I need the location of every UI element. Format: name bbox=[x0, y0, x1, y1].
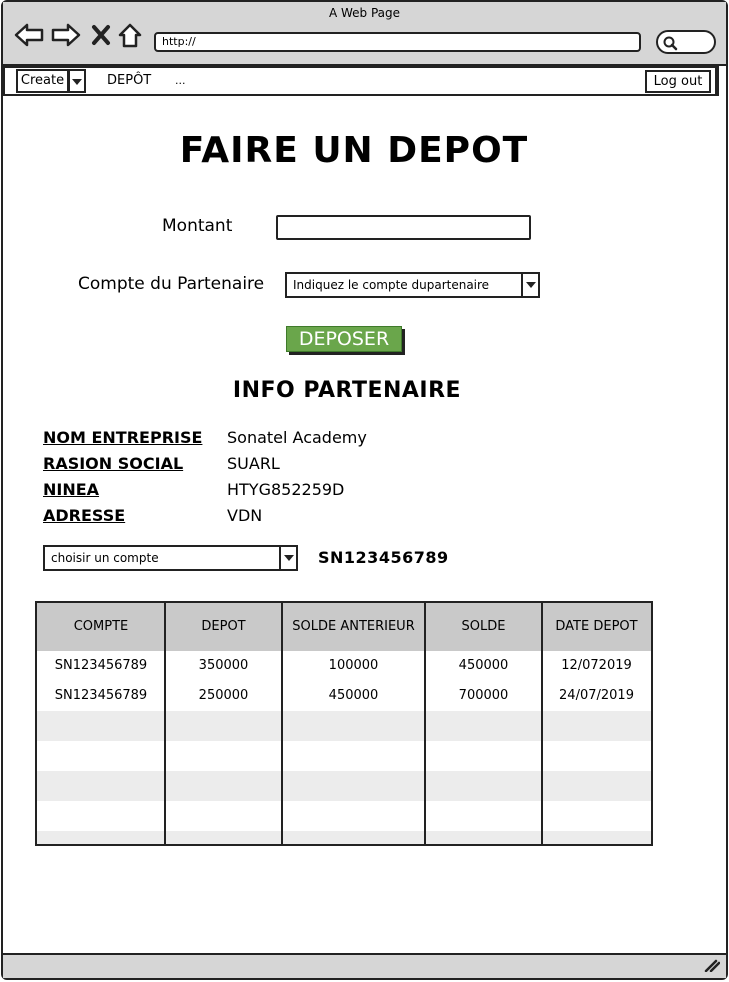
table-cell: 24/07/2019 bbox=[559, 688, 634, 703]
column-divider bbox=[164, 603, 166, 844]
table-row[interactable] bbox=[37, 801, 651, 831]
partner-info-title: INFO PARTENAIRE bbox=[232, 378, 462, 403]
company-name-label: NOM ENTREPRISE bbox=[43, 428, 203, 447]
home-icon[interactable] bbox=[117, 22, 143, 53]
table-cell: 12/072019 bbox=[561, 658, 632, 673]
search-icon bbox=[663, 36, 678, 51]
social-reason-value: SUARL bbox=[227, 454, 280, 473]
selected-account-number: SN123456789 bbox=[318, 548, 449, 567]
table-cell: 700000 bbox=[458, 688, 509, 703]
stop-icon[interactable] bbox=[91, 22, 111, 53]
deposit-button[interactable]: DEPOSER bbox=[286, 326, 402, 352]
account-dropdown-button[interactable] bbox=[279, 545, 298, 571]
column-divider bbox=[281, 603, 283, 844]
forward-arrow-icon[interactable] bbox=[51, 22, 81, 53]
logout-button[interactable]: Log out bbox=[645, 70, 711, 93]
address-bar-text: http:// bbox=[162, 35, 196, 48]
create-dropdown-button[interactable] bbox=[68, 69, 86, 93]
table-row[interactable] bbox=[37, 771, 651, 801]
menu-item-more[interactable]: ... bbox=[175, 74, 186, 87]
address-value: VDN bbox=[227, 506, 263, 525]
create-button[interactable]: Create bbox=[16, 69, 69, 93]
table-row[interactable]: SN123456789 350000 100000 450000 12/0720… bbox=[37, 651, 651, 681]
address-label: ADRESSE bbox=[43, 506, 126, 525]
column-divider bbox=[424, 603, 426, 844]
column-header-solde-anterieur: SOLDE ANTERIEUR bbox=[282, 603, 425, 651]
column-header-compte: COMPTE bbox=[37, 603, 165, 651]
column-header-date-depot: DATE DEPOT bbox=[542, 603, 651, 651]
table-row[interactable] bbox=[37, 711, 651, 741]
search-field[interactable] bbox=[656, 30, 716, 54]
chevron-down-icon bbox=[526, 282, 536, 288]
account-select[interactable]: choisir un compte bbox=[43, 545, 281, 571]
table-cell: 450000 bbox=[328, 688, 379, 703]
deposits-table: COMPTE DEPOT SOLDE ANTERIEUR SOLDE DATE … bbox=[35, 601, 653, 846]
table-cell: 100000 bbox=[328, 658, 379, 673]
ninea-label: NINEA bbox=[43, 480, 100, 499]
social-reason-label: RASION SOCIAL bbox=[43, 454, 184, 473]
table-cell: 350000 bbox=[198, 658, 249, 673]
table-cell: SN123456789 bbox=[54, 658, 148, 673]
company-name-value: Sonatel Academy bbox=[227, 428, 367, 447]
page-title: FAIRE UN DEPOT bbox=[179, 130, 529, 171]
window-title: A Web Page bbox=[328, 6, 401, 20]
table-cell: 250000 bbox=[198, 688, 249, 703]
resize-grip-icon[interactable] bbox=[704, 958, 721, 976]
menu-item-depot[interactable]: DEPÔT bbox=[107, 73, 151, 88]
ninea-value: HTYG852259D bbox=[227, 480, 345, 499]
chevron-down-icon bbox=[72, 79, 82, 85]
column-divider bbox=[541, 603, 543, 844]
address-bar[interactable]: http:// bbox=[154, 32, 641, 52]
back-arrow-icon[interactable] bbox=[14, 22, 44, 53]
amount-label: Montant bbox=[162, 216, 233, 236]
chevron-down-icon bbox=[284, 555, 294, 561]
partner-account-label: Compte du Partenaire bbox=[78, 274, 265, 294]
table-row[interactable]: SN123456789 250000 450000 700000 24/07/2… bbox=[37, 681, 651, 711]
table-cell: 450000 bbox=[458, 658, 509, 673]
partner-account-dropdown-button[interactable] bbox=[521, 272, 540, 298]
column-header-depot: DEPOT bbox=[165, 603, 282, 651]
amount-input[interactable] bbox=[276, 215, 531, 240]
table-cell: SN123456789 bbox=[54, 688, 148, 703]
table-row[interactable] bbox=[37, 741, 651, 771]
column-header-solde: SOLDE bbox=[425, 603, 542, 651]
partner-account-select[interactable]: Indiquez le compte dupartenaire bbox=[285, 272, 523, 298]
table-row[interactable] bbox=[37, 831, 651, 844]
status-bar bbox=[3, 953, 726, 978]
